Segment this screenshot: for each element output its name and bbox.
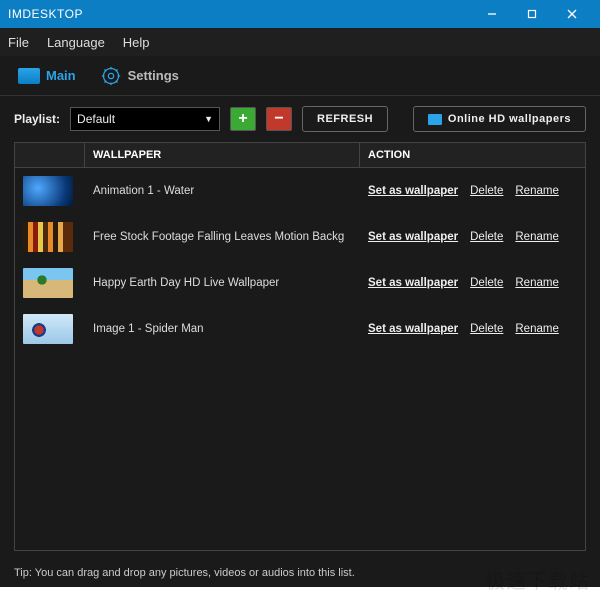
thumbnail xyxy=(23,314,73,344)
delete-link[interactable]: Delete xyxy=(470,323,503,335)
wallpaper-name: Free Stock Footage Falling Leaves Motion… xyxy=(85,227,360,247)
minimize-button[interactable] xyxy=(472,0,512,28)
rename-link[interactable]: Rename xyxy=(515,185,558,197)
close-button[interactable] xyxy=(552,0,592,28)
wallpaper-name: Animation 1 - Water xyxy=(85,181,360,201)
menu-file[interactable]: File xyxy=(8,35,29,50)
tab-settings[interactable]: Settings xyxy=(94,63,185,89)
refresh-label: REFRESH xyxy=(317,113,373,125)
tabbar: Main Settings xyxy=(0,56,600,96)
set-wallpaper-link[interactable]: Set as wallpaper xyxy=(368,231,458,243)
header-wallpaper: WALLPAPER xyxy=(85,143,360,167)
wallpaper-table: WALLPAPER ACTION Animation 1 - Water Set… xyxy=(14,142,586,551)
maximize-button[interactable] xyxy=(512,0,552,28)
online-label: Online HD wallpapers xyxy=(448,113,571,125)
add-playlist-button[interactable]: + xyxy=(230,107,256,131)
titlebar: IMDESKTOP xyxy=(0,0,600,28)
gear-icon xyxy=(100,67,122,85)
tab-main-label: Main xyxy=(46,68,76,83)
rename-link[interactable]: Rename xyxy=(515,323,558,335)
menu-help[interactable]: Help xyxy=(123,35,150,50)
playlist-value: Default xyxy=(77,112,115,126)
thumbnail xyxy=(23,222,73,252)
chevron-down-icon: ▼ xyxy=(204,114,213,124)
table-row[interactable]: Animation 1 - Water Set as wallpaper Del… xyxy=(15,168,585,214)
table-header: WALLPAPER ACTION xyxy=(15,143,585,168)
thumbnail xyxy=(23,176,73,206)
rename-link[interactable]: Rename xyxy=(515,231,558,243)
tab-settings-label: Settings xyxy=(128,68,179,83)
set-wallpaper-link[interactable]: Set as wallpaper xyxy=(368,277,458,289)
window-controls xyxy=(472,0,592,28)
table-body: Animation 1 - Water Set as wallpaper Del… xyxy=(15,168,585,550)
table-row[interactable]: Image 1 - Spider Man Set as wallpaper De… xyxy=(15,306,585,352)
tab-main[interactable]: Main xyxy=(12,63,82,89)
rename-link[interactable]: Rename xyxy=(515,277,558,289)
set-wallpaper-link[interactable]: Set as wallpaper xyxy=(368,185,458,197)
online-wallpapers-button[interactable]: Online HD wallpapers xyxy=(413,106,586,132)
toolbar: Playlist: Default ▼ + − REFRESH Online H… xyxy=(0,96,600,142)
monitor-icon xyxy=(18,67,40,85)
window-title: IMDESKTOP xyxy=(8,7,472,21)
wallpaper-name: Image 1 - Spider Man xyxy=(85,319,360,339)
header-action: ACTION xyxy=(360,143,585,167)
remove-playlist-button[interactable]: − xyxy=(266,107,292,131)
refresh-button[interactable]: REFRESH xyxy=(302,106,388,132)
menu-language[interactable]: Language xyxy=(47,35,105,50)
delete-link[interactable]: Delete xyxy=(470,185,503,197)
set-wallpaper-link[interactable]: Set as wallpaper xyxy=(368,323,458,335)
table-row[interactable]: Happy Earth Day HD Live Wallpaper Set as… xyxy=(15,260,585,306)
tip-text: Tip: You can drag and drop any pictures,… xyxy=(0,559,600,587)
playlist-dropdown[interactable]: Default ▼ xyxy=(70,107,220,131)
delete-link[interactable]: Delete xyxy=(470,231,503,243)
table-row[interactable]: Free Stock Footage Falling Leaves Motion… xyxy=(15,214,585,260)
wallpaper-name: Happy Earth Day HD Live Wallpaper xyxy=(85,273,360,293)
menubar: File Language Help xyxy=(0,28,600,56)
playlist-label: Playlist: xyxy=(14,112,60,126)
header-thumb xyxy=(15,143,85,167)
monitor-icon xyxy=(428,114,442,125)
delete-link[interactable]: Delete xyxy=(470,277,503,289)
thumbnail xyxy=(23,268,73,298)
app-window: IMDESKTOP File Language Help Main Sett xyxy=(0,0,600,587)
